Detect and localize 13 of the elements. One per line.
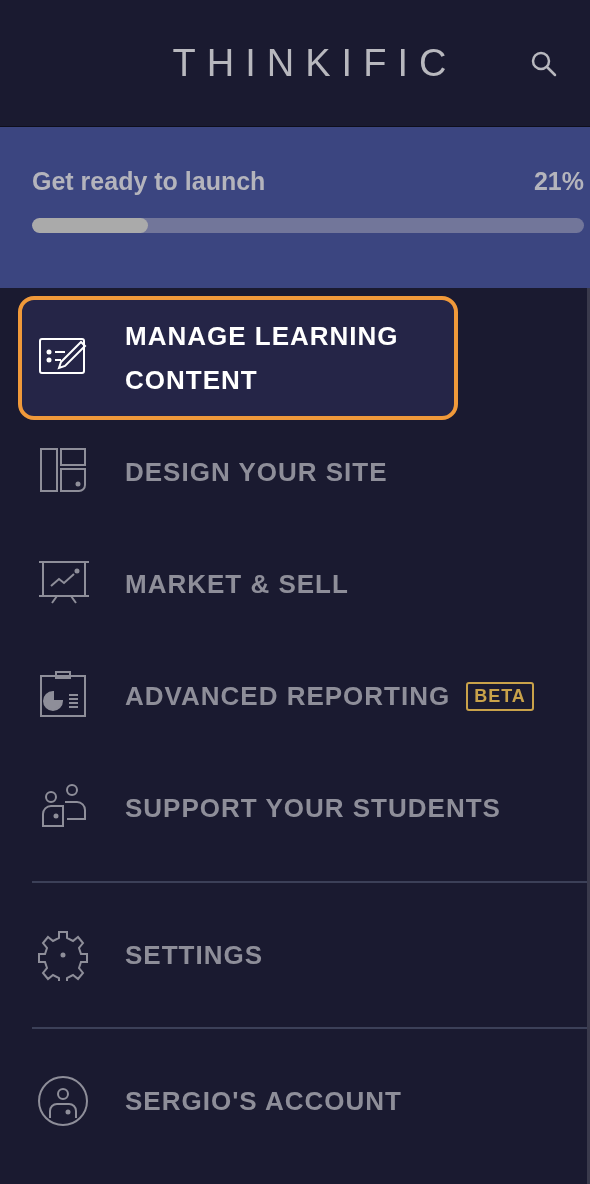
beta-badge: BETA (466, 681, 534, 711)
progress-label: Get ready to launch (32, 167, 266, 196)
menu-item[interactable]: MANAGE LEARNING CONTENT (18, 296, 458, 420)
logo: THINKIFIC (172, 41, 458, 85)
menu-item[interactable]: SETTINGS (32, 883, 553, 1027)
menu-item[interactable]: SERGIO'S ACCOUNT (32, 1029, 553, 1173)
search-icon[interactable] (530, 50, 558, 78)
menu-item[interactable]: SUPPORT YOUR STUDENTS (0, 752, 553, 864)
progress-percent: 21% (533, 167, 584, 196)
gear-icon (37, 929, 89, 981)
menu-item[interactable]: ADVANCED REPORTING BETA (0, 640, 553, 752)
menu-item[interactable]: MARKET & SELL (0, 528, 553, 640)
account-icon (37, 1075, 89, 1127)
